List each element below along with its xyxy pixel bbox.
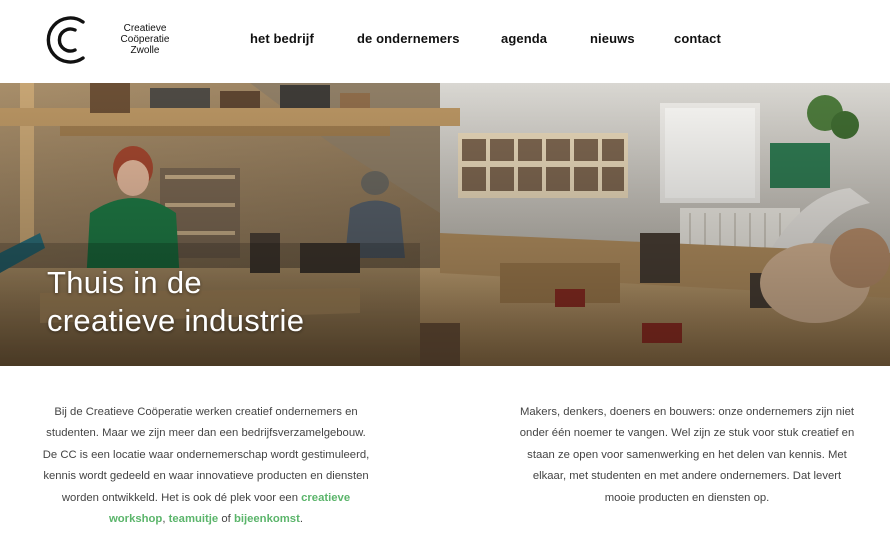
nav-item-nieuws[interactable]: nieuws <box>590 31 635 46</box>
logo[interactable]: Creatieve Coöperatie Zwolle <box>46 11 196 69</box>
hero-banner: Thuis in de creatieve industrie <box>0 83 890 366</box>
intro-right-text: Makers, denkers, doeners en bouwers: onz… <box>519 406 855 504</box>
hero-title-line2: creatieve industrie <box>47 303 305 338</box>
logo-line3: Zwolle <box>130 45 160 56</box>
intro-left-body: Bij de Creatieve Coöperatie werken creat… <box>42 406 370 504</box>
nav-item-de-ondernemers[interactable]: de ondernemers <box>357 31 460 46</box>
bijeenkomst-link[interactable]: bijeenkomst <box>234 513 300 525</box>
logo-line1: Creatieve <box>123 23 167 34</box>
logo-text: Creatieve Coöperatie Zwolle <box>110 23 180 56</box>
hero-title: Thuis in de creatieve industrie <box>47 264 304 340</box>
intro-right-column: Makers, denkers, doeners en bouwers: onz… <box>519 402 855 509</box>
hero-title-line1: Thuis in de <box>47 265 202 300</box>
intro-left-column: Bij de Creatieve Coöperatie werken creat… <box>42 402 370 530</box>
nav-item-contact[interactable]: contact <box>674 31 721 46</box>
intro-left-end: . <box>299 513 303 526</box>
logo-cc-icon <box>46 16 85 64</box>
site-header: Creatieve Coöperatie Zwolle het bedrijf … <box>0 0 890 83</box>
teamuitje-link[interactable]: teamuitje <box>169 513 219 525</box>
nav-item-het-bedrijf[interactable]: het bedrijf <box>250 31 314 46</box>
intro-left-text: Bij de Creatieve Coöperatie werken creat… <box>42 402 370 530</box>
logo-line2: Coöperatie <box>120 34 170 45</box>
nav-item-agenda[interactable]: agenda <box>501 31 547 46</box>
intro-left-sep2: of <box>218 513 234 526</box>
